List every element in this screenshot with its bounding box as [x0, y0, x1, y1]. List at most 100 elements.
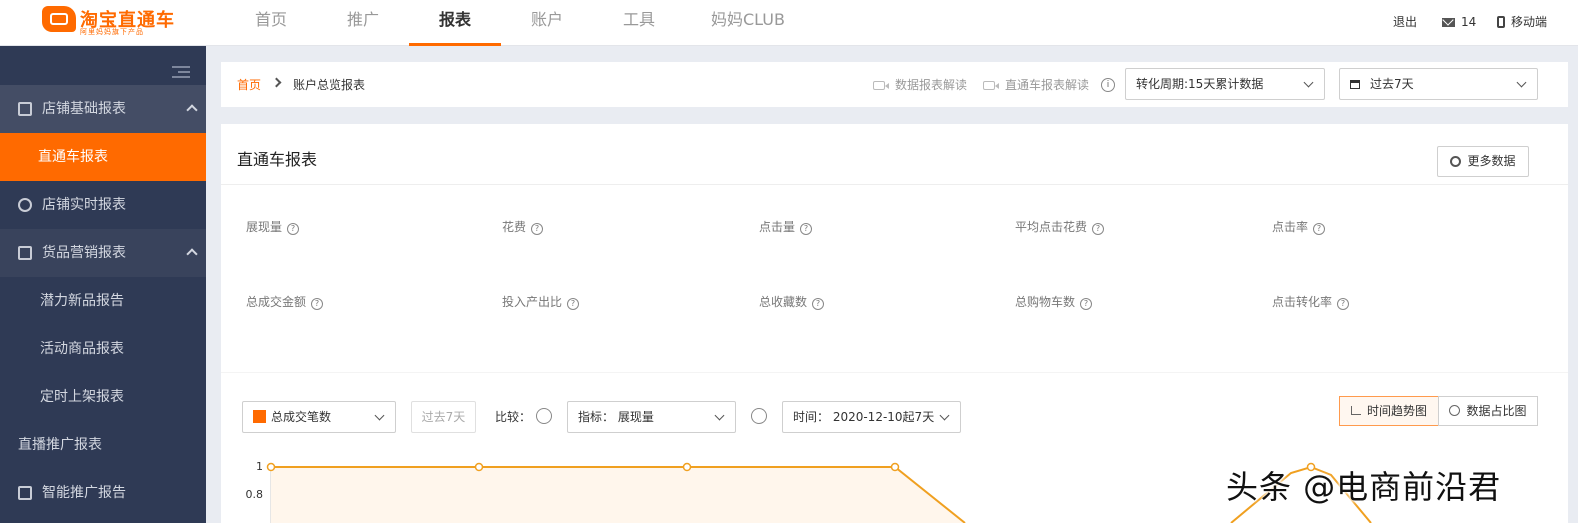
line-chart-icon	[1350, 406, 1361, 415]
mobile-label: 移动端	[1511, 15, 1548, 29]
range-button[interactable]: 过去7天	[411, 401, 476, 433]
report-icon	[18, 102, 32, 116]
indicator-select[interactable]: 指标： 展现量	[567, 401, 736, 433]
messages-link[interactable]: 14	[1442, 0, 1476, 46]
ztc-report-guide-link[interactable]: 直通车报表解读	[983, 76, 1089, 93]
sidebar-item-activity-goods[interactable]: 活动商品报表	[0, 325, 206, 373]
divider	[221, 372, 1568, 373]
help-icon[interactable]: ?	[287, 223, 300, 235]
nav-account[interactable]: 账户	[501, 0, 593, 46]
series-area	[271, 467, 965, 523]
y-tick-label: 1	[256, 460, 263, 473]
metric-label: 总购物车数	[1015, 295, 1076, 309]
help-icon[interactable]: ?	[531, 223, 544, 235]
sidebar-item-store-realtime[interactable]: 店铺实时报表	[0, 181, 206, 229]
data-point[interactable]	[890, 462, 900, 472]
metric-label: 总收藏数	[759, 295, 808, 309]
metric-cart-adds: 总购物车数?	[1015, 293, 1093, 310]
breadcrumb-current: 账户总览报表	[293, 78, 366, 92]
collapse-menu-icon[interactable]	[172, 66, 190, 80]
tab-data-share[interactable]: 数据占比图	[1438, 396, 1538, 426]
gear-icon	[1450, 156, 1462, 167]
chevron-down-icon	[1516, 77, 1527, 88]
conversion-period-select[interactable]: 转化周期:15天累计数据	[1125, 68, 1325, 100]
nav-tools[interactable]: 工具	[593, 0, 685, 46]
chevron-down-icon	[714, 410, 725, 421]
metric-ctr: 点击率?	[1272, 218, 1326, 235]
chevron-up-icon	[186, 248, 198, 260]
help-icon[interactable]: ?	[812, 298, 825, 310]
metric-label: 花费	[502, 220, 527, 234]
logo-subtitle: 阿里妈妈旗下产品	[80, 28, 144, 36]
sidebar-item-ztc-report[interactable]: 直通车报表	[0, 133, 206, 181]
help-icon[interactable]: ?	[1080, 298, 1093, 310]
top-header: 淘宝直通车 阿里妈妈旗下产品 首页 推广 报表 账户 工具 妈妈CLUB 退出 …	[0, 0, 1578, 46]
nav-mama-club[interactable]: 妈妈CLUB	[685, 0, 811, 46]
logo-icon	[42, 6, 76, 32]
mail-count: 14	[1461, 15, 1477, 29]
compare-time-radio[interactable]	[751, 408, 767, 424]
time-select[interactable]: 时间： 2020-12-10起7天	[782, 401, 961, 433]
breadcrumb-home[interactable]: 首页	[237, 76, 261, 93]
metric-impressions: 展现量?	[246, 218, 300, 235]
tab-label: 数据占比图	[1466, 404, 1527, 418]
metric-cost: 花费?	[502, 218, 544, 235]
sidebar-item-live-promo[interactable]: 直播推广报表	[0, 421, 206, 469]
mobile-link[interactable]: 移动端	[1497, 0, 1547, 46]
sidebar-item-label: 潜力新品报告	[40, 293, 124, 309]
chart-metric-select[interactable]: 总成交笔数	[242, 401, 396, 433]
nav-promote[interactable]: 推广	[317, 0, 409, 46]
nav-home[interactable]: 首页	[225, 0, 317, 46]
sidebar-item-label: 店铺实时报表	[42, 197, 126, 213]
clock-icon	[18, 198, 32, 212]
metric-label: 总成交金额	[246, 295, 307, 309]
sidebar-item-goods-marketing[interactable]: 货品营销报表	[0, 229, 206, 277]
smart-icon	[18, 486, 32, 500]
phone-icon	[1497, 16, 1505, 28]
sidebar-item-smart-promo[interactable]: 智能推广报告	[0, 469, 206, 517]
series-color-swatch	[253, 410, 266, 423]
metric-label: 展现量	[246, 220, 283, 234]
metric-avg-cpc: 平均点击花费?	[1015, 218, 1105, 235]
sidebar-item-label: 店铺基础报表	[42, 101, 126, 117]
metric-label: 点击量	[759, 220, 796, 234]
sidebar-item-scheduled-listing[interactable]: 定时上架报表	[0, 373, 206, 421]
info-icon[interactable]: i	[1101, 78, 1115, 92]
data-report-guide-link[interactable]: 数据报表解读	[873, 76, 967, 93]
sidebar-item-label: 直通车报表	[38, 149, 108, 165]
watermark: 头条 @电商前沿君	[1226, 468, 1502, 506]
help-icon[interactable]: ?	[311, 298, 324, 310]
help-icon[interactable]: ?	[1092, 223, 1105, 235]
help-icon[interactable]: ?	[800, 223, 813, 235]
metric-roi: 投入产出比?	[502, 293, 580, 310]
breadcrumb-bar: 首页 账户总览报表 数据报表解读 直通车报表解读 i 转化周期:15天累计数据 …	[221, 62, 1568, 107]
date-range-select[interactable]: 过去7天	[1339, 68, 1538, 100]
data-point[interactable]	[682, 462, 692, 472]
metric-label: 点击转化率	[1272, 295, 1333, 309]
video-icon	[983, 81, 999, 90]
help-icon[interactable]: ?	[1337, 298, 1350, 310]
sidebar-item-potential-new[interactable]: 潜力新品报告	[0, 277, 206, 325]
data-point[interactable]	[474, 462, 484, 472]
button-label: 更多数据	[1467, 154, 1516, 168]
video-icon	[873, 81, 889, 90]
sidebar-item-store-basic[interactable]: 店铺基础报表	[0, 85, 206, 133]
logout-link[interactable]: 退出	[1393, 0, 1417, 46]
select-value: 指标： 展现量	[578, 410, 654, 424]
logo[interactable]: 淘宝直通车 阿里妈妈旗下产品	[42, 4, 182, 40]
tab-time-trend[interactable]: 时间趋势图	[1339, 396, 1439, 426]
help-link-label: 直通车报表解读	[1005, 78, 1090, 92]
data-point[interactable]	[266, 462, 276, 472]
chevron-down-icon	[939, 410, 950, 421]
sidebar-item-label: 智能推广报告	[42, 485, 126, 501]
help-link-label: 数据报表解读	[895, 78, 968, 92]
help-icon[interactable]: ?	[1313, 223, 1326, 235]
sidebar-item-label: 直播推广报表	[18, 437, 102, 453]
sidebar: 店铺基础报表 直通车报表 店铺实时报表 货品营销报表 潜力新品报告 活动商品报表…	[0, 46, 206, 523]
calendar-icon	[1350, 80, 1360, 89]
compare-indicator-radio[interactable]	[536, 408, 552, 424]
sidebar-item-label: 活动商品报表	[40, 341, 124, 357]
help-icon[interactable]: ?	[567, 298, 580, 310]
nav-reports[interactable]: 报表	[409, 0, 501, 46]
more-data-button[interactable]: 更多数据	[1437, 146, 1529, 177]
